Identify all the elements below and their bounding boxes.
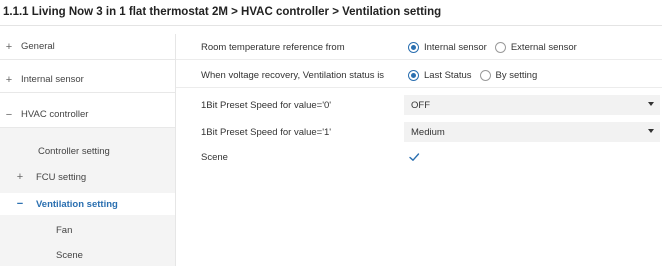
setting-row-preset-1: 1Bit Preset Speed for value='1' Medium: [176, 120, 662, 144]
sidebar-item-label: Internal sensor: [21, 74, 84, 85]
sidebar-item-ventilation-setting[interactable]: − Ventilation setting: [0, 193, 176, 215]
radio-unselected-icon: [479, 70, 491, 81]
last-status-radio[interactable]: Last Status: [408, 70, 472, 81]
chevron-down-icon: [648, 129, 654, 133]
dropdown-value: OFF: [411, 99, 430, 111]
setting-label: When voltage recovery, Ventilation statu…: [201, 70, 385, 81]
sidebar-item-fcu-setting[interactable]: + FCU setting: [0, 166, 176, 188]
sidebar-item-label: HVAC controller: [21, 109, 89, 120]
setting-label: Scene: [201, 151, 228, 163]
setting-row-voltage-recovery: When voltage recovery, Ventilation statu…: [176, 64, 662, 88]
sidebar-item-label: Controller setting: [38, 145, 110, 157]
setting-row-preset-0: 1Bit Preset Speed for value='0' OFF: [176, 93, 662, 117]
sidebar-item-controller-setting[interactable]: Controller setting: [0, 140, 176, 162]
scene-checkbox[interactable]: [408, 151, 420, 163]
sidebar-item-label: Fan: [56, 224, 73, 236]
radio-label: By setting: [495, 70, 538, 81]
breadcrumb-title: 1.1.1 Living Now 3 in 1 flat thermostat …: [0, 0, 662, 26]
sidebar-item-general[interactable]: + General: [0, 34, 176, 60]
preset-speed-1-dropdown[interactable]: Medium: [404, 122, 660, 142]
radio-unselected-icon: [494, 42, 506, 53]
voltage-recovery-radio-group: Last Status By setting: [408, 70, 545, 81]
expand-icon: +: [5, 40, 13, 53]
sidebar-item-internal-sensor[interactable]: + Internal sensor: [0, 67, 176, 93]
chevron-down-icon: [648, 102, 654, 106]
radio-label: Internal sensor: [424, 42, 487, 53]
room-temperature-radio-group: Internal sensor External sensor: [408, 42, 585, 53]
external-sensor-radio[interactable]: External sensor: [494, 42, 577, 53]
sidebar-item-label: General: [21, 41, 55, 52]
radio-label: External sensor: [510, 42, 577, 53]
dropdown-value: Medium: [411, 126, 445, 138]
by-setting-radio[interactable]: By setting: [479, 70, 538, 81]
expand-icon: +: [16, 171, 24, 183]
preset-speed-0-dropdown[interactable]: OFF: [404, 95, 660, 115]
radio-selected-icon: [408, 70, 419, 81]
sidebar-item-label: Scene: [56, 249, 83, 261]
setting-label: 1Bit Preset Speed for value='1': [201, 126, 332, 138]
expand-icon: +: [5, 73, 13, 86]
sidebar: + General + Internal sensor − HVAC contr…: [0, 34, 176, 266]
setting-label: 1Bit Preset Speed for value='0': [201, 99, 332, 111]
sidebar-item-label: Ventilation setting: [36, 198, 118, 210]
setting-label: Room temperature reference from: [201, 42, 345, 53]
radio-selected-icon: [408, 42, 419, 53]
setting-row-room-temperature: Room temperature reference from Internal…: [176, 36, 662, 60]
settings-panel: Room temperature reference from Internal…: [176, 34, 662, 266]
sidebar-item-scene[interactable]: Scene: [0, 244, 176, 266]
sidebar-item-hvac-controller[interactable]: − HVAC controller: [0, 102, 176, 128]
internal-sensor-radio[interactable]: Internal sensor: [408, 42, 487, 53]
sidebar-item-label: FCU setting: [36, 171, 87, 183]
setting-row-scene: Scene: [176, 145, 662, 169]
sidebar-item-fan[interactable]: Fan: [0, 219, 176, 241]
collapse-icon: −: [5, 108, 13, 121]
radio-label: Last Status: [424, 70, 472, 81]
collapse-icon: −: [16, 198, 24, 210]
